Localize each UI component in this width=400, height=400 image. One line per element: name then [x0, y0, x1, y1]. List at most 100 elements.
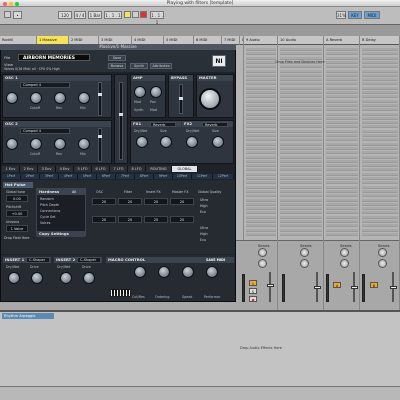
- clip-slot[interactable]: [280, 211, 322, 215]
- piano-black-key[interactable]: [124, 289, 126, 294]
- clip-slot[interactable]: [246, 78, 276, 82]
- unison-field[interactable]: 1 Voice: [6, 225, 28, 232]
- clip-slot[interactable]: [326, 142, 358, 146]
- clip-slot[interactable]: [362, 116, 398, 120]
- clip-slot[interactable]: [246, 82, 276, 86]
- clip-slot[interactable]: [280, 155, 322, 159]
- clip-slot[interactable]: [326, 60, 358, 64]
- clip-slot[interactable]: [280, 168, 322, 172]
- volume-fader-cap[interactable]: [314, 286, 321, 289]
- clip-slot[interactable]: [362, 52, 398, 56]
- clip-slot[interactable]: [246, 125, 276, 129]
- clip-slot[interactable]: [326, 159, 358, 163]
- clip-slot[interactable]: [246, 138, 276, 142]
- clip-slot[interactable]: [326, 164, 358, 168]
- clip-slot[interactable]: [246, 112, 276, 116]
- mod-row[interactable]: Connections: [40, 209, 60, 213]
- clip-slot[interactable]: [362, 60, 398, 64]
- clip-slot[interactable]: [362, 194, 398, 198]
- perf-slot[interactable]: 7Perf: [116, 174, 135, 179]
- clip-slot[interactable]: [326, 172, 358, 176]
- clip-slot[interactable]: [280, 202, 322, 206]
- global-tune-field[interactable]: 0.00: [6, 195, 28, 202]
- clip-slot[interactable]: [362, 121, 398, 125]
- clip-slot[interactable]: [246, 224, 276, 228]
- clip-slot[interactable]: [280, 142, 322, 146]
- clip-slot[interactable]: [280, 99, 322, 103]
- filter-value-cell[interactable]: 20: [118, 216, 142, 223]
- quality-option[interactable]: Eco: [200, 238, 206, 242]
- osc1-res-knob[interactable]: [54, 92, 66, 104]
- osc2-mix-knob[interactable]: [78, 138, 90, 150]
- clip-slot[interactable]: [326, 73, 358, 77]
- fx1-type-select[interactable]: Reverb: [150, 122, 176, 127]
- send-b-knob[interactable]: [258, 259, 267, 268]
- clip-slot[interactable]: [362, 99, 398, 103]
- osc1-wavetable-select[interactable]: Comped 4: [20, 82, 70, 88]
- perf-slot[interactable]: 4Perf: [59, 174, 78, 179]
- clip-slot[interactable]: [246, 194, 276, 198]
- perf-slot[interactable]: 9Perf: [154, 174, 173, 179]
- clip-slot[interactable]: [280, 78, 322, 82]
- clip-slot[interactable]: [280, 129, 322, 133]
- return-b-button[interactable]: B: [370, 282, 378, 288]
- mod-row[interactable]: Voices: [40, 221, 51, 225]
- perf-slot[interactable]: 6Perf: [97, 174, 116, 179]
- send-a-knob[interactable]: [378, 248, 387, 257]
- mod-row[interactable]: Random: [40, 197, 54, 201]
- clip-slot[interactable]: [362, 69, 398, 73]
- clip-slot[interactable]: [362, 108, 398, 112]
- macro-cutres-knob[interactable]: [134, 266, 146, 278]
- send-a-knob[interactable]: [258, 248, 267, 257]
- clip-slot[interactable]: [246, 168, 276, 172]
- clip-slot[interactable]: [326, 168, 358, 172]
- clip-slot[interactable]: [326, 194, 358, 198]
- clip-slot[interactable]: [362, 125, 398, 129]
- perf-slot[interactable]: 12Perf: [213, 174, 234, 179]
- macro-performer-knob[interactable]: [206, 266, 218, 278]
- clip-slot[interactable]: [362, 151, 398, 155]
- metronome-toggle[interactable]: •: [13, 11, 22, 19]
- quality-option[interactable]: High: [200, 204, 208, 208]
- fx1-drywet-knob[interactable]: [136, 136, 148, 148]
- clip-slot[interactable]: [362, 86, 398, 90]
- clip-slot[interactable]: [326, 198, 358, 202]
- amp-mod-knob[interactable]: [134, 86, 146, 98]
- clip-slot[interactable]: [362, 189, 398, 193]
- clip-slot[interactable]: [280, 69, 322, 73]
- clip-slot[interactable]: [326, 189, 358, 193]
- quality-option[interactable]: High: [200, 232, 208, 236]
- clip-slot[interactable]: [362, 138, 398, 142]
- record-button[interactable]: [140, 11, 147, 18]
- clip-slot[interactable]: [280, 194, 322, 198]
- macro-ordering-knob[interactable]: [158, 266, 170, 278]
- clip-slot[interactable]: [326, 228, 358, 232]
- clip-slot[interactable]: [280, 103, 322, 107]
- clip-slot[interactable]: [362, 146, 398, 150]
- clip-slot[interactable]: [246, 215, 276, 219]
- browse-button[interactable]: Browse: [108, 63, 126, 69]
- clip-slot[interactable]: [362, 159, 398, 163]
- clip-slot[interactable]: [326, 220, 358, 223]
- clip-slot[interactable]: [326, 215, 358, 219]
- midi-map-button[interactable]: MIDI: [364, 11, 380, 19]
- clip-slot[interactable]: [246, 91, 276, 94]
- clip-slot[interactable]: [246, 151, 276, 155]
- clip-slot[interactable]: [280, 181, 322, 185]
- clip-slot[interactable]: [280, 95, 322, 99]
- clip-slot[interactable]: [326, 108, 358, 112]
- clip-slot[interactable]: [280, 146, 322, 150]
- clip-slot[interactable]: [326, 52, 358, 56]
- fx2-drywet-knob[interactable]: [186, 136, 198, 148]
- volume-fader[interactable]: [269, 272, 271, 302]
- clip-slot[interactable]: [362, 48, 398, 51]
- perf-slot[interactable]: 5Perf: [78, 174, 97, 179]
- clip-slot[interactable]: [246, 172, 276, 176]
- clip-slot[interactable]: [362, 56, 398, 60]
- clip-slot[interactable]: [246, 220, 276, 223]
- mod-row[interactable]: Cycle Set: [40, 215, 55, 219]
- clip-slot[interactable]: [326, 211, 358, 215]
- clip-slot[interactable]: [280, 65, 322, 69]
- clip-slot[interactable]: [280, 125, 322, 129]
- clip-slot[interactable]: [246, 181, 276, 185]
